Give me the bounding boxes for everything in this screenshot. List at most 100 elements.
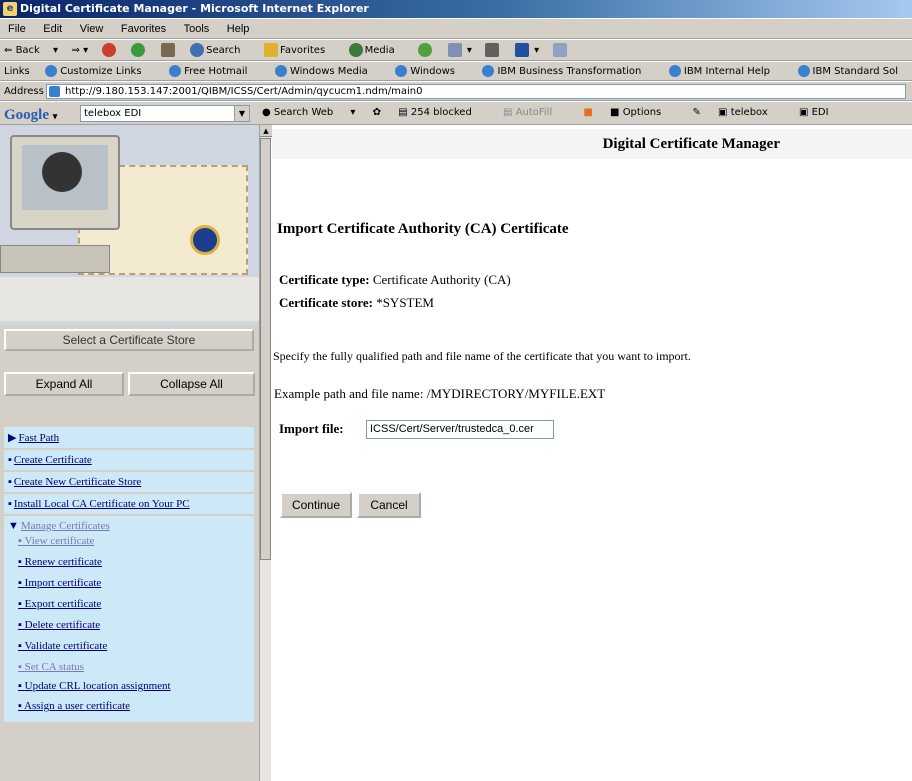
dropdown-arrow-icon[interactable]: ▼ [234, 106, 249, 121]
google-logo-text: Google [4, 107, 49, 123]
forward-button[interactable]: ⇒ ▾ [72, 45, 89, 56]
link-windows-media[interactable]: Windows Media [274, 65, 380, 77]
chevron-down-icon: ▾ [52, 111, 58, 121]
sub-item-view-certificate[interactable]: ▪ View certificate [8, 532, 250, 553]
history-icon [418, 43, 433, 57]
refresh-icon [131, 43, 146, 57]
sub-item-label: Update CRL location assignment [24, 680, 171, 692]
sub-item-label: Assign a user certificate [24, 700, 131, 712]
link-hotmail[interactable]: Free Hotmail [169, 65, 259, 77]
sidebar-item-label: Fast Path [18, 432, 60, 444]
search-web-label: Search Web [273, 107, 334, 118]
link-windows[interactable]: Windows [395, 65, 467, 77]
menu-bar: File Edit View Favorites Tools Help [0, 18, 912, 39]
link-customize[interactable]: Customize Links [45, 65, 153, 77]
search-button[interactable]: Search [190, 43, 250, 57]
cancel-button[interactable]: Cancel [357, 492, 421, 518]
edi-button[interactable]: ▣ EDI [799, 107, 843, 118]
link-icon [482, 65, 495, 77]
certificate-type-label: Certificate type: [279, 272, 370, 287]
sidebar-item-install-local-ca[interactable]: ▪ Install Local CA Certificate on Your PC [4, 494, 254, 516]
edit-button[interactable]: ▾ [514, 43, 539, 57]
link-icon [169, 65, 182, 77]
select-certificate-store-button[interactable]: Select a Certificate Store [4, 329, 254, 351]
continue-button[interactable]: Continue [280, 492, 352, 518]
search-web-button[interactable]: ● Search Web ▾ [262, 107, 355, 118]
blogger-icon[interactable]: ■ [583, 107, 592, 118]
back-label: Back [15, 45, 40, 56]
edi-label: EDI [811, 107, 829, 118]
options-button[interactable]: ■ Options [610, 107, 675, 118]
sub-item-label: Renew certificate [24, 556, 102, 568]
collapse-all-button[interactable]: Collapse All [128, 372, 255, 396]
sidebar-nav: ▶ Fast Path ▪ Create Certificate ▪ Create N… [4, 427, 254, 724]
bullet-icon: ▪ [8, 498, 12, 510]
media-button[interactable]: Media [348, 43, 405, 57]
expand-all-button[interactable]: Expand All [4, 372, 124, 396]
sub-item-set-ca-status[interactable]: ▪ Set CA status [8, 658, 250, 679]
link-ibm-business[interactable]: IBM Business Transformation [482, 65, 653, 77]
sidebar-item-manage-certificates[interactable]: ▼ Manage Certificates ▪ View certificate … [4, 516, 254, 724]
mail-icon [447, 43, 462, 57]
sub-item-delete-certificate[interactable]: ▪ Delete certificate [8, 616, 250, 637]
menu-help[interactable]: Help [227, 23, 250, 35]
sub-item-assign-user-certificate[interactable]: ▪ Assign a user certificate [8, 697, 250, 718]
back-button[interactable]: ⇐ Back ▾ [4, 45, 58, 56]
sub-item-update-crl[interactable]: ▪ Update CRL location assignment [8, 679, 250, 697]
address-input[interactable]: http://9.180.153.147:2001/QIBM/ICSS/Cert… [46, 84, 906, 99]
sidebar-item-create-certificate[interactable]: ▪ Create Certificate [4, 450, 254, 472]
example-value: /MYDIRECTORY/MYFILE.EXT [426, 386, 606, 401]
window-title: Digital Certificate Manager - Microsoft … [20, 2, 369, 15]
sidebar-scrollbar[interactable]: ▲ [259, 125, 272, 781]
mail-button[interactable]: ▾ [447, 43, 472, 57]
keyboard-illustration [0, 245, 110, 273]
window-title-bar: e Digital Certificate Manager - Microsof… [0, 0, 912, 18]
google-search-input[interactable]: telebox EDI ▼ [80, 105, 250, 122]
link-ibm-standard[interactable]: IBM Standard Sol [797, 65, 911, 77]
sidebar-item-label: Create Certificate [13, 454, 92, 466]
favorites-button[interactable]: Favorites [263, 43, 335, 57]
sub-item-validate-certificate[interactable]: ▪ Validate certificate [8, 637, 250, 658]
dcm-logo-image [0, 125, 259, 325]
link-label: Windows [410, 66, 455, 77]
scroll-up-arrow-icon[interactable]: ▲ [260, 125, 272, 137]
home-button[interactable] [160, 43, 177, 57]
sidebar-item-fast-path[interactable]: ▶ Fast Path [4, 427, 254, 450]
example-row: Example path and file name: /MYDIRECTORY… [274, 386, 605, 402]
certificate-type-row: Certificate type: Certificate Authority … [279, 272, 511, 288]
stop-button[interactable] [101, 43, 118, 57]
menu-view[interactable]: View [80, 23, 104, 35]
highlight-icon[interactable]: ✎ [692, 107, 700, 118]
sub-item-renew-certificate[interactable]: ▪ Renew certificate [8, 553, 250, 574]
discuss-button[interactable] [552, 43, 569, 57]
import-file-input[interactable]: ICSS/Cert/Server/trustedca_0.cer [366, 420, 554, 439]
bullet-icon: ▪ [18, 556, 25, 568]
link-ibm-help[interactable]: IBM Internal Help [668, 65, 782, 77]
menu-tools[interactable]: Tools [184, 23, 210, 35]
refresh-button[interactable] [131, 43, 147, 57]
telebox-button[interactable]: ▣ telebox [718, 107, 782, 118]
menu-favorites[interactable]: Favorites [121, 23, 166, 35]
telebox-label: telebox [730, 107, 768, 118]
search-label: Search [206, 45, 241, 56]
print-button[interactable] [485, 43, 501, 57]
certificate-store-value: *SYSTEM [376, 295, 434, 310]
sub-item-export-certificate[interactable]: ▪ Export certificate [8, 595, 250, 616]
menu-edit[interactable]: Edit [43, 23, 62, 35]
sidebar-item-create-store[interactable]: ▪ Create New Certificate Store [4, 472, 254, 494]
pagerank-icon[interactable]: ✿ [373, 107, 381, 118]
certificate-store-label: Certificate store: [279, 295, 373, 310]
menu-file[interactable]: File [8, 23, 26, 35]
example-label: Example path and file name: [274, 386, 424, 401]
link-icon [395, 65, 408, 77]
popup-blocker-button[interactable]: ▤ 254 blocked [398, 107, 486, 118]
options-label: Options [622, 107, 662, 118]
links-bar: Links Customize Links Free Hotmail Windo… [0, 61, 912, 81]
autofill-button[interactable]: ▤ AutoFill [503, 107, 566, 118]
history-button[interactable] [418, 43, 434, 57]
scrollbar-thumb[interactable] [260, 138, 271, 560]
sub-item-import-certificate[interactable]: ▪ Import certificate [8, 574, 250, 595]
sub-item-label: Import certificate [24, 577, 102, 589]
google-logo[interactable]: Google ▾ [4, 104, 58, 124]
instructions-text: Specify the fully qualified path and fil… [273, 349, 691, 363]
